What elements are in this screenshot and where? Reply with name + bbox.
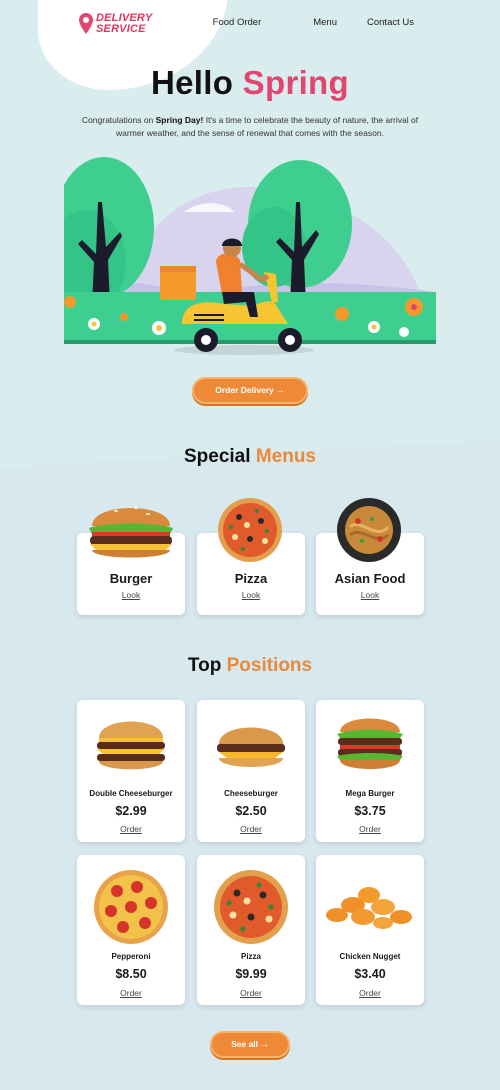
brand-logo[interactable]: DELIVERY SERVICE [78,12,152,36]
pizza-image [218,498,282,562]
menu-item-look-link[interactable]: Look [197,590,305,600]
position-name: Pepperoni [111,952,151,961]
menu-item-name: Burger [109,571,153,586]
hero-title-accent: Spring [242,64,349,101]
special-menus-title-plain: Special [183,446,251,467]
position-price: $8.50 [115,967,147,981]
logo-line-2: SERVICE [96,23,146,35]
position-order-link[interactable]: Order [316,824,424,834]
position-card-mega-burger[interactable]: Mega Burger $3.75 Order [316,700,424,842]
mega-burger-image [337,718,403,769]
position-card-pepperoni[interactable]: Pepperoni $8.50 Order [77,855,185,1005]
special-menus-title: Special Menus [0,446,500,468]
cheeseburger-image [217,727,285,767]
position-name: Chicken Nugget [339,952,401,961]
pepperoni-pizza-image [94,870,168,944]
see-all-button[interactable]: See all → [210,1031,290,1058]
position-price: $3.40 [354,967,386,981]
position-price: $2.99 [115,804,147,818]
top-positions-title-accent: Positions [226,655,313,676]
position-order-link[interactable]: Order [77,988,185,998]
menu-item-look-link[interactable]: Look [316,590,424,600]
top-positions-title: Top Positions [0,655,500,677]
hero-text-bold: Spring Day! [155,115,204,125]
hero-title-plain: Hello [151,64,234,101]
position-name: Mega Burger [345,789,395,798]
pizza-image [214,870,288,944]
map-pin-icon [79,13,93,34]
position-name: Pizza [240,952,261,961]
menu-item-name: Asian Food [334,571,406,586]
position-card-chicken-nugget[interactable]: Chicken Nugget $3.40 Order [316,855,424,1005]
position-card-pizza[interactable]: Pizza $9.99 Order [197,855,305,1005]
position-order-link[interactable]: Order [316,988,424,998]
menu-item-name: Pizza [234,571,268,586]
position-order-link[interactable]: Order [77,824,185,834]
main-nav: Food Order Menu Contact Us [213,17,414,28]
asian-food-image [337,498,401,562]
menu-item-look-link[interactable]: Look [77,590,185,600]
position-name: Cheeseburger [224,789,278,798]
position-price: $9.99 [235,967,267,981]
special-menus-title-accent: Menus [255,446,316,467]
position-order-link[interactable]: Order [197,988,305,998]
hero-text-before: Congratulations on [81,115,156,125]
nav-contact-us[interactable]: Contact Us [367,17,414,28]
position-card-cheeseburger[interactable]: Cheeseburger $2.50 Order [197,700,305,842]
nav-food-order[interactable]: Food Order [213,17,262,28]
chicken-nugget-image [326,887,412,929]
position-price: $2.50 [235,804,267,818]
double-cheeseburger-image [97,721,165,770]
burger-image [89,507,173,558]
position-price: $3.75 [354,804,386,818]
hero-title: Hello Spring [0,64,500,102]
position-card-double-cheeseburger[interactable]: Double Cheeseburger $2.99 Order [77,700,185,842]
spring-delivery-illustration [64,157,436,355]
order-delivery-button[interactable]: Order Delivery → [192,377,308,404]
position-name: Double Cheeseburger [89,789,173,798]
top-positions-title-plain: Top [187,655,222,676]
hero-description: Congratulations on Spring Day! It's a ti… [80,114,420,140]
position-order-link[interactable]: Order [197,824,305,834]
nav-menu[interactable]: Menu [313,17,337,28]
